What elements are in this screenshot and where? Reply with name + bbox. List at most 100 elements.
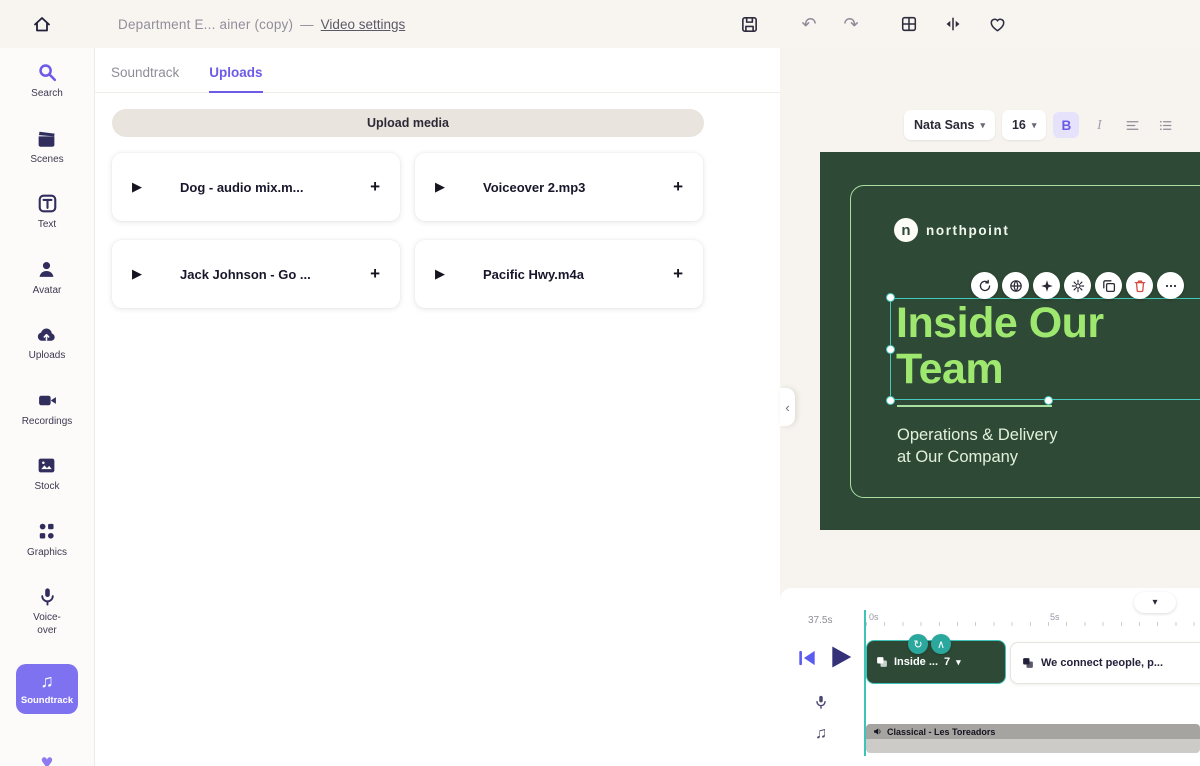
timeline-collapse-button[interactable]: ▾ — [1134, 592, 1176, 613]
add-icon[interactable]: + — [673, 177, 683, 197]
video-canvas[interactable]: n northpoint — [820, 152, 1200, 530]
bold-button[interactable]: B — [1053, 112, 1079, 138]
music-track-button[interactable]: ♫ — [815, 725, 827, 743]
media-name: Pacific Hwy.m4a — [483, 267, 673, 282]
play-button[interactable] — [826, 641, 856, 673]
duplicate-button[interactable] — [1095, 272, 1122, 299]
media-card[interactable]: ▶ Dog - audio mix.m... + — [112, 153, 400, 221]
settings-button[interactable] — [1064, 272, 1091, 299]
video-editor-app: Department E... ainer (copy) — Video set… — [0, 0, 1200, 766]
media-card[interactable]: ▶ Jack Johnson - Go ... + — [112, 240, 400, 308]
heading-line-1: Inside Our — [896, 300, 1104, 346]
text-icon — [37, 193, 58, 214]
brand-logo: n northpoint — [894, 218, 1009, 242]
brand-name: northpoint — [926, 223, 1009, 238]
clip-expand-button[interactable]: ∧ — [931, 634, 951, 654]
sidebar-item-label: Stock — [34, 481, 59, 494]
heart-glyph: ♥ — [41, 751, 53, 766]
panel-collapse-button[interactable]: ‹ — [780, 388, 795, 426]
audio-clip-waveform — [866, 739, 1200, 753]
sidebar-item-label: Voice-over — [29, 612, 65, 637]
chevron-down-icon: ▾ — [980, 120, 985, 131]
stage: Nata Sans ▾ 16 ▾ B I n northpoint — [780, 48, 1200, 588]
selection-handle[interactable] — [886, 293, 895, 302]
font-size-value: 16 — [1012, 118, 1026, 132]
selection-handle[interactable] — [1044, 396, 1053, 405]
layout-grid-button[interactable] — [898, 13, 920, 35]
tab-soundtrack[interactable]: Soundtrack — [111, 65, 179, 93]
font-family-select[interactable]: Nata Sans ▾ — [904, 110, 995, 140]
timeline-ruler[interactable]: 0s 5s — [866, 612, 1200, 626]
align-button[interactable] — [1119, 112, 1145, 138]
timeline-clip-next[interactable]: We connect people, p... — [1010, 642, 1200, 684]
layout-grid-icon — [900, 15, 918, 33]
selection-handle[interactable] — [886, 396, 895, 405]
selection-handle[interactable] — [886, 345, 895, 354]
sidebar-item-soundtrack[interactable]: ♫ Soundtrack — [16, 664, 78, 714]
graphics-icon — [36, 521, 57, 542]
voiceover-track-button[interactable] — [813, 694, 829, 710]
scene-icon — [876, 656, 888, 668]
undo-button[interactable]: ↶ — [798, 13, 820, 35]
favorites-heart-icon[interactable]: ♥ — [41, 751, 53, 766]
sidebar-item-avatar[interactable]: Avatar — [33, 259, 62, 298]
save-icon — [740, 15, 759, 34]
redo-icon: ↷ — [843, 14, 858, 35]
element-toolbar — [971, 272, 1184, 299]
playhead[interactable] — [864, 610, 866, 756]
sidebar-item-recordings[interactable]: Recordings — [22, 390, 73, 429]
italic-button[interactable]: I — [1086, 112, 1112, 138]
play-icon[interactable]: ▶ — [132, 179, 146, 195]
sidebar-item-search[interactable]: Search — [31, 62, 63, 101]
sidebar-item-scenes[interactable]: Scenes — [30, 128, 63, 167]
delete-button[interactable] — [1126, 272, 1153, 299]
timeline-duration: 37.5s — [808, 615, 832, 626]
split-view-button[interactable] — [942, 13, 964, 35]
sidebar-item-graphics[interactable]: Graphics — [27, 521, 67, 560]
speaker-icon — [873, 727, 882, 736]
sidebar: Search Scenes Text Avatar Uploads Record… — [0, 48, 95, 766]
save-button[interactable] — [738, 13, 760, 35]
font-family-value: Nata Sans — [914, 118, 974, 132]
favorite-button[interactable] — [986, 13, 1008, 35]
refresh-icon: ↻ — [913, 638, 922, 651]
slide-heading[interactable]: Inside Our Team — [896, 300, 1104, 392]
undo-icon: ↶ — [801, 14, 816, 35]
media-panel: Soundtrack Uploads Upload media ▶ Dog - … — [95, 48, 780, 766]
sidebar-item-uploads[interactable]: Uploads — [29, 324, 66, 363]
stock-icon — [36, 455, 57, 476]
add-icon[interactable]: + — [673, 264, 683, 284]
regenerate-button[interactable] — [971, 272, 998, 299]
play-icon[interactable]: ▶ — [132, 266, 146, 282]
sidebar-item-text[interactable]: Text — [37, 193, 58, 232]
add-icon[interactable]: + — [370, 177, 380, 197]
sidebar-item-label: Text — [38, 219, 56, 232]
heart-icon — [988, 15, 1007, 34]
upload-media-button[interactable]: Upload media — [112, 109, 704, 137]
media-name: Voiceover 2.mp3 — [483, 180, 673, 195]
translate-button[interactable] — [1002, 272, 1029, 299]
tab-uploads[interactable]: Uploads — [209, 65, 262, 93]
clip-animate-button[interactable]: ↻ — [908, 634, 928, 654]
skip-to-start-button[interactable] — [796, 647, 818, 669]
audio-clip[interactable]: Classical - Les Toreadors — [866, 724, 1200, 753]
subtitle-line-1: Operations & Delivery — [897, 424, 1057, 446]
list-button[interactable] — [1152, 112, 1178, 138]
more-button[interactable] — [1157, 272, 1184, 299]
trash-icon — [1133, 279, 1147, 293]
effects-button[interactable] — [1033, 272, 1060, 299]
sidebar-item-voiceover[interactable]: Voice-over — [29, 586, 65, 637]
font-size-select[interactable]: 16 ▾ — [1002, 110, 1046, 140]
play-icon[interactable]: ▶ — [435, 266, 449, 282]
slide-subtitle[interactable]: Operations & Delivery at Our Company — [897, 424, 1057, 469]
home-button[interactable] — [30, 12, 54, 36]
media-name: Dog - audio mix.m... — [180, 180, 370, 195]
sidebar-item-stock[interactable]: Stock — [34, 455, 59, 494]
redo-button[interactable]: ↷ — [840, 13, 862, 35]
media-card[interactable]: ▶ Pacific Hwy.m4a + — [415, 240, 703, 308]
video-settings-link[interactable]: Video settings — [321, 17, 406, 32]
panel-tabs: Soundtrack Uploads — [95, 48, 780, 93]
play-icon[interactable]: ▶ — [435, 179, 449, 195]
add-icon[interactable]: + — [370, 264, 380, 284]
media-card[interactable]: ▶ Voiceover 2.mp3 + — [415, 153, 703, 221]
